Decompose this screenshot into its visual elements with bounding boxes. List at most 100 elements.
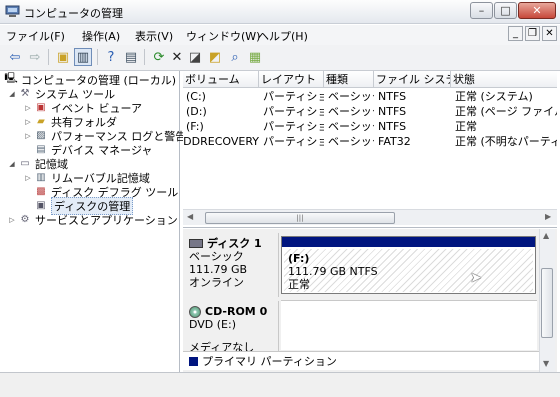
- close-button[interactable]: ✕: [518, 2, 556, 19]
- column-header-volume[interactable]: ボリューム: [183, 71, 259, 88]
- tree-item-label: サービスとアプリケーション: [35, 213, 178, 227]
- partition-status: 正常: [288, 278, 310, 291]
- tree-item-disk-management[interactable]: ▣ ディスクの管理: [32, 196, 134, 215]
- tree-item-device-manager[interactable]: ▤ デバイス マネージャ: [32, 143, 152, 157]
- column-header-filesystem[interactable]: ファイル システム: [374, 71, 451, 88]
- tree-item-services[interactable]: ▷ ⚙ サービスとアプリケーション: [8, 213, 178, 227]
- volume-list-header: ボリューム レイアウト 種類 ファイル システム 状態: [183, 71, 557, 88]
- scroll-up-arrow-icon[interactable]: ▲: [543, 231, 549, 240]
- horizontal-scroll-thumb[interactable]: |||: [205, 212, 395, 224]
- mdi-minimize-button[interactable]: _: [508, 26, 523, 41]
- forward-arrow-icon[interactable]: ⇨: [26, 48, 44, 66]
- toolbar-separator: [48, 49, 49, 65]
- volume-layout: パーティション: [263, 120, 324, 133]
- volume-row[interactable]: HDDRECOVERY パーティション ベーシック FAT32 正常 (不明なパ…: [183, 134, 557, 149]
- primary-partition-bar: [282, 237, 535, 247]
- menu-view[interactable]: 表示(V): [135, 28, 173, 44]
- volume-type: ベーシック: [328, 105, 374, 118]
- up-folder-icon[interactable]: ▣: [54, 48, 72, 66]
- cdrom-label[interactable]: CD-ROM 0 DVD (E:) メディアなし: [183, 301, 279, 354]
- volume-type: ベーシック: [328, 90, 374, 103]
- scroll-right-arrow-icon[interactable]: ▶: [545, 212, 551, 221]
- volume-layout: パーティション: [263, 90, 324, 103]
- tree-item-removable-storage[interactable]: ▷ ▥ リムーバブル記憶域: [24, 171, 150, 185]
- volume-status: 正常 (ページ ファイル): [455, 105, 557, 118]
- window-title: コンピュータの管理: [24, 7, 123, 20]
- back-arrow-icon[interactable]: ⇦: [6, 48, 24, 66]
- expand-triangle-icon[interactable]: ▷: [8, 216, 16, 224]
- tree-item-shared-folders[interactable]: ▷ ▰ 共有フォルダ: [24, 115, 117, 129]
- vertical-scroll-thumb[interactable]: [541, 268, 553, 338]
- tree-item-system-tools[interactable]: ◢ ⚒ システム ツール: [8, 87, 115, 101]
- disk-tools-icon[interactable]: ▦: [246, 48, 264, 66]
- mdi-close-button[interactable]: ✕: [542, 26, 557, 41]
- menu-bar: ファイル(F) 操作(A) 表示(V) ウィンドウ(W) ヘルプ(H): [0, 25, 560, 45]
- tree-item-storage[interactable]: ◢ ▭ 記憶域: [8, 157, 68, 171]
- properties-icon[interactable]: ▤: [122, 48, 140, 66]
- help-icon[interactable]: ?: [102, 48, 120, 66]
- maximize-button[interactable]: □: [494, 2, 517, 19]
- computer-management-icon: [5, 5, 20, 17]
- mouse-pointer-icon: ➤: [470, 270, 482, 286]
- volume-row[interactable]: (C:) パーティション ベーシック NTFS 正常 (システム): [183, 89, 557, 104]
- menu-help[interactable]: ヘルプ(H): [258, 28, 308, 44]
- partition-f[interactable]: (F:) 111.79 GB NTFS 正常: [281, 236, 536, 294]
- toolbar: ⇦ ⇨ ▣ ▥ ? ▤ ⟳ ✕ ◪ ◩ ⌕ ▦: [0, 45, 560, 71]
- horizontal-scrollbar[interactable]: ◀ ||| ▶: [183, 209, 557, 225]
- column-header-status[interactable]: 状態: [451, 71, 557, 88]
- volume-status: 正常: [455, 120, 477, 133]
- scroll-down-arrow-icon[interactable]: ▼: [543, 359, 549, 368]
- mdi-controls: _ ❐ ✕: [508, 26, 558, 43]
- device-manager-icon: ▤: [36, 144, 46, 156]
- volume-filesystem: FAT32: [378, 135, 411, 148]
- volume-list: ボリューム レイアウト 種類 ファイル システム 状態 (C:) パーティション…: [183, 71, 557, 228]
- refresh-icon[interactable]: ⟳: [150, 48, 168, 66]
- settings-icon[interactable]: ◪: [186, 48, 204, 66]
- volume-status: 正常 (不明なパーティション): [455, 135, 557, 148]
- expand-triangle-icon[interactable]: ▷: [24, 132, 32, 140]
- search-icon[interactable]: ⌕: [226, 48, 244, 66]
- collapse-triangle-icon[interactable]: ◢: [8, 160, 16, 168]
- computer-icon: 🖳: [4, 73, 18, 85]
- defrag-icon: ▩: [36, 186, 46, 198]
- open-folder-icon[interactable]: ◩: [206, 48, 224, 66]
- volume-row[interactable]: (D:) パーティション ベーシック NTFS 正常 (ページ ファイル): [183, 104, 557, 119]
- column-header-layout[interactable]: レイアウト: [259, 71, 324, 88]
- expand-triangle-icon[interactable]: ▷: [24, 174, 32, 182]
- minimize-button[interactable]: –: [470, 2, 493, 19]
- tree-item-performance[interactable]: ▷ ▨ パフォーマンス ログと警告: [24, 129, 186, 143]
- menu-window[interactable]: ウィンドウ(W): [186, 28, 260, 44]
- partition-label: (F:): [288, 252, 310, 265]
- toolbar-separator: [97, 49, 98, 65]
- shared-folder-icon: ▰: [37, 116, 45, 128]
- disk-status: オンライン: [189, 276, 244, 289]
- volume-filesystem: NTFS: [378, 105, 407, 118]
- menu-action[interactable]: 操作(A): [82, 28, 120, 44]
- tree-item-root[interactable]: 🖳 コンピュータの管理 (ローカル): [2, 73, 176, 87]
- partition-size-fs: 111.79 GB NTFS: [288, 265, 378, 278]
- legend-label: プライマリ パーティション: [202, 355, 337, 368]
- collapse-triangle-icon[interactable]: ◢: [8, 90, 16, 98]
- menu-file[interactable]: ファイル(F): [6, 28, 65, 44]
- mdi-restore-button[interactable]: ❐: [525, 26, 540, 41]
- event-viewer-icon: ▣: [36, 102, 46, 114]
- cdrom-media-area[interactable]: [281, 300, 537, 350]
- volume-name: HDDRECOVERY: [183, 135, 259, 148]
- volume-status: 正常 (システム): [455, 90, 533, 103]
- removable-storage-icon: ▥: [36, 172, 46, 184]
- scroll-left-arrow-icon[interactable]: ◀: [187, 212, 193, 221]
- performance-icon: ▨: [36, 130, 46, 142]
- primary-partition-swatch: [189, 356, 198, 366]
- partition-body[interactable]: (F:) 111.79 GB NTFS 正常: [284, 249, 533, 292]
- column-header-type[interactable]: 種類: [324, 71, 374, 88]
- disk-1-label[interactable]: ディスク 1 ベーシック 111.79 GB オンライン: [183, 233, 279, 297]
- tree-item-event-viewer[interactable]: ▷ ▣ イベント ビューア: [24, 101, 142, 115]
- disk-type: ベーシック: [189, 250, 244, 263]
- expand-triangle-icon[interactable]: ▷: [24, 104, 32, 112]
- expand-triangle-icon[interactable]: ▷: [24, 118, 32, 126]
- volume-row[interactable]: (F:) パーティション ベーシック NTFS 正常: [183, 119, 557, 134]
- show-hide-tree-icon[interactable]: ▥: [74, 48, 92, 66]
- volume-name: (D:): [186, 105, 207, 118]
- delete-icon[interactable]: ✕: [168, 48, 186, 66]
- cd-rom-icon: [189, 305, 201, 318]
